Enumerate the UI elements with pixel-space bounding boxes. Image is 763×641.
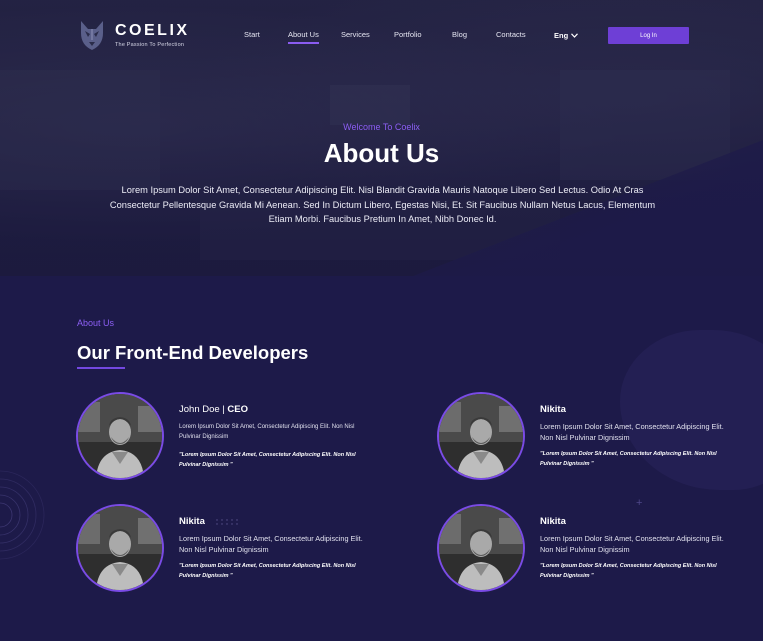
developer-name: Nikita [540,404,566,415]
developer-card: John Doe | CEO Lorem Ipsum Dolor Sit Ame… [76,392,366,482]
developer-card: Nikita Lorem Ipsum Dolor Sit Amet, Conse… [437,392,727,482]
developer-name-text: John Doe [179,404,220,415]
nav-item-portfolio[interactable]: Portfolio [394,30,422,39]
developer-avatar[interactable] [437,392,525,480]
developer-description: Lorem Ipsum Dolor Sit Amet, Consectetur … [179,534,363,554]
developer-avatar[interactable] [76,392,164,480]
developer-description: Lorem Ipsum Dolor Sit Amet, Consectetur … [179,424,355,440]
developer-photo [439,506,523,590]
developer-photo [78,394,162,478]
hero-description: Lorem Ipsum Dolor Sit Amet, Consectetur … [109,185,656,224]
developer-description: Lorem Ipsum Dolor Sit Amet, Consectetur … [540,534,724,554]
developer-photo [439,394,523,478]
developer-photo [78,506,162,590]
developer-card: Nikita Lorem Ipsum Dolor Sit Amet, Conse… [76,504,366,594]
developer-role: CEO [227,404,249,415]
developer-quote: "Lorem Ipsum Dolor Sit Amet, Consectetur… [540,563,717,579]
section-eyebrow: About Us [77,318,115,328]
developer-name: Nikita [179,516,205,527]
language-selector[interactable]: Eng [554,31,579,40]
developer-card: Nikita Lorem Ipsum Dolor Sit Amet, Conse… [437,504,727,594]
developer-quote: "Lorem Ipsum Dolor Sit Amet, Consectetur… [179,452,356,468]
nav-item-blog[interactable]: Blog [452,30,467,39]
hero-eyebrow: Welcome To Coelix [343,122,420,132]
nav-item-start[interactable]: Start [244,30,260,39]
page-title: About Us [323,138,440,168]
developer-quote: "Lorem Ipsum Dolor Sit Amet, Consectetur… [179,563,356,579]
section-title-underline [77,367,125,369]
developer-avatar[interactable] [76,504,164,592]
developer-name: Nikita [540,516,566,527]
section-title: Our Front-End Developers [77,342,309,363]
top-navigation: COELIX The Passion To Perfection Start A… [0,0,763,72]
chevron-down-icon [571,33,579,38]
developer-quote: "Lorem Ipsum Dolor Sit Amet, Consectetur… [540,451,717,467]
developer-description: Lorem Ipsum Dolor Sit Amet, Consectetur … [540,422,724,442]
nav-item-services[interactable]: Services [341,30,370,39]
developer-avatar[interactable] [437,504,525,592]
developer-name: John Doe | CEO [179,404,248,415]
language-label: Eng [554,31,569,40]
nav-item-about-us[interactable]: About Us [288,30,319,44]
nav-item-contacts[interactable]: Contacts [496,30,526,39]
concentric-rings-decoration [0,470,45,560]
login-button[interactable]: Log In [608,27,689,44]
